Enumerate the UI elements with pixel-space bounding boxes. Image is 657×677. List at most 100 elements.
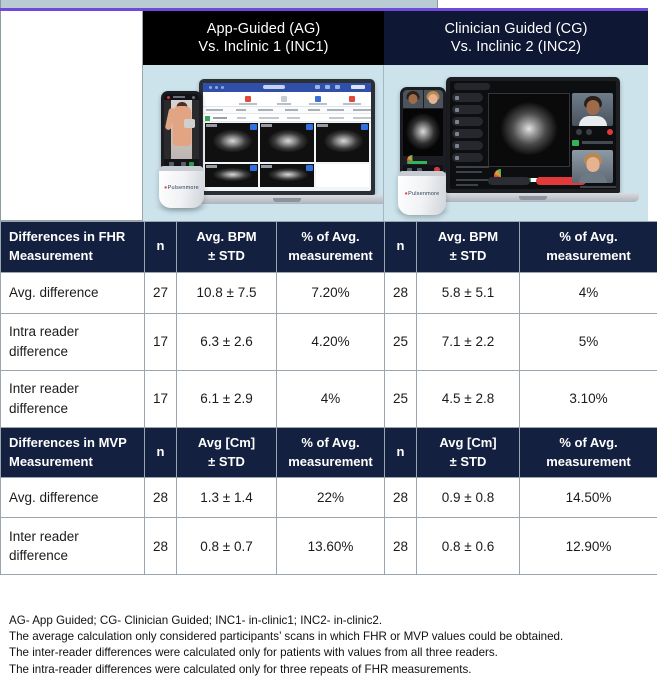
row-n1: 17: [144, 369, 177, 428]
live-ultrasound-viewport: [488, 93, 570, 167]
fhr-header-label: Differences in FHR Measurement: [0, 221, 145, 273]
row-avg2: 4.5 ± 2.8: [416, 369, 520, 428]
phone-device-left: [161, 91, 202, 172]
fhr-header-pct1-line2: measurement: [288, 247, 373, 263]
fhr-header-n1: n: [144, 221, 177, 273]
fhr-header-pct2-line1: % of Avg.: [559, 229, 618, 244]
table-row: Inter reader difference 28 0.8 ± 0.7 13.…: [0, 517, 657, 576]
fhr-header-avg1-line2: ± STD: [208, 247, 245, 263]
ultrasound-probe-dock-left: ●Pulsenmore: [159, 166, 204, 208]
mvp-header-avg2: Avg [Cm] ± STD: [416, 426, 520, 479]
mvp-header-pct2: % of Avg. measurement: [519, 426, 657, 479]
mvp-header-pct1: % of Avg. measurement: [276, 426, 385, 479]
ultrasound-thumbnail-grid: [205, 123, 369, 187]
fhr-header-label-line1: Differences in FHR: [9, 229, 126, 244]
phone-screen-left: [164, 94, 199, 169]
mvp-header-pct1-line2: measurement: [288, 453, 373, 469]
row-avg2: 0.9 ± 0.8: [416, 477, 520, 519]
row-n2: 28: [384, 477, 417, 519]
ultrasound-thumbnail: [315, 123, 369, 162]
row-n1: 17: [144, 312, 177, 371]
banner-app-guided: App-Guided (AG) Vs. Inclinic 1 (INC1): [143, 11, 384, 65]
measurements-table: Differences in FHR Measurement n Avg. BP…: [0, 221, 657, 576]
ultrasound-thumbnail: [260, 123, 314, 162]
ultrasound-thumbnail: [260, 163, 314, 187]
mvp-header-label: Differences in MVP Measurement: [0, 426, 145, 479]
row-pct2: 4%: [519, 271, 657, 314]
mvp-header-row: Differences in MVP Measurement n Avg [Cm…: [0, 426, 657, 479]
fhr-header-avg1-line1: Avg. BPM: [196, 229, 257, 244]
video-call-panel: [572, 93, 616, 188]
fhr-header-label-line2: Measurement: [9, 247, 93, 263]
ultrasound-thumbnail: [205, 163, 259, 187]
fhr-header-pct2-line2: measurement: [546, 247, 631, 263]
row-avg1: 0.8 ± 0.7: [176, 517, 277, 576]
right-white-margin: [648, 0, 657, 221]
laptop-screen-right: [450, 81, 616, 189]
mvp-header-pct2-line1: % of Avg.: [559, 434, 618, 450]
banner-cg-line2: Vs. Inclinic 2 (INC2): [450, 39, 582, 55]
row-n2: 25: [384, 312, 417, 371]
fhr-header-avg2-line2: ± STD: [449, 247, 487, 263]
row-label: Inter reader difference: [0, 369, 145, 428]
photo-empty-corner: [0, 65, 143, 221]
ultrasound-probe-dock-right: ●Pulsenmore: [398, 171, 446, 215]
banner-ag-line1: App-Guided (AG): [206, 21, 321, 37]
fhr-header-pct1-line1: % of Avg.: [301, 229, 360, 244]
banner-cg-line1: Clinician Guided (CG): [444, 21, 588, 37]
group-header-row: App-Guided (AG) Vs. Inclinic 1 (INC1) Cl…: [0, 11, 657, 65]
banner-ag-line2: Vs. Inclinic 1 (INC1): [198, 39, 329, 55]
mvp-header-avg1-line2: ± STD: [208, 453, 245, 469]
row-label: Inter reader difference: [0, 517, 145, 576]
row-pct1: 4.20%: [276, 312, 385, 371]
phone-screen-right: [403, 90, 443, 174]
mvp-header-label-line2: Measurement: [9, 453, 93, 469]
row-pct1: 7.20%: [276, 271, 385, 314]
fhr-header-pct1: % of Avg. measurement: [276, 221, 385, 273]
row-avg2: 0.8 ± 0.6: [416, 517, 520, 576]
patient-video-tile: [572, 150, 613, 183]
fhr-header-n2: n: [384, 221, 417, 273]
row-n1: 28: [144, 477, 177, 519]
top-accent-strip: [0, 0, 438, 8]
banner-empty-corner: [0, 11, 143, 65]
table-row: Avg. difference 28 1.3 ± 1.4 22% 28 0.9 …: [0, 477, 657, 519]
table-row: Avg. difference 27 10.8 ± 7.5 7.20% 28 5…: [0, 271, 657, 314]
footnote-line-4: The intra-reader differences were calcul…: [9, 662, 472, 676]
row-avg1: 6.1 ± 2.9: [176, 369, 277, 428]
fhr-header-pct2: % of Avg. measurement: [519, 221, 657, 273]
fhr-header-avg2-line1: Avg. BPM: [437, 229, 499, 244]
mvp-header-label-line1: Differences in MVP: [9, 434, 127, 450]
banner-clinician-guided: Clinician Guided (CG) Vs. Inclinic 2 (IN…: [384, 11, 657, 65]
row-avg1: 10.8 ± 7.5: [176, 271, 277, 314]
ultrasound-thumbnail: [205, 123, 259, 162]
telehealth-sidebar: [452, 93, 489, 186]
ultrasound-thumbnail-empty: [315, 163, 369, 187]
footnote-line-2: The average calculation only considered …: [9, 630, 564, 644]
row-avg1: 6.3 ± 2.6: [176, 312, 277, 371]
table-row: Inter reader difference 17 6.1 ± 2.9 4% …: [0, 369, 657, 428]
laptop-screen-left: [203, 83, 371, 191]
mvp-header-n1: n: [144, 426, 177, 479]
mvp-header-avg2-line2: ± STD: [449, 453, 487, 469]
footnote-line-3: The inter-reader differences were calcul…: [9, 646, 498, 660]
mvp-header-pct2-line2: measurement: [546, 453, 631, 469]
row-pct1: 4%: [276, 369, 385, 428]
row-pct2: 12.90%: [519, 517, 657, 576]
laptop-device-left: [179, 79, 383, 204]
row-n1: 28: [144, 517, 177, 576]
row-pct2: 3.10%: [519, 369, 657, 428]
footnote-block: AG- App Guided; CG- Clinician Guided; IN…: [0, 603, 657, 677]
quality-gauge-icon: [494, 169, 508, 177]
mvp-header-avg2-line1: Avg [Cm]: [439, 434, 497, 450]
row-label: Intra reader difference: [0, 312, 145, 371]
mvp-header-n2: n: [384, 426, 417, 479]
row-pct2: 5%: [519, 312, 657, 371]
footnote-line-1: AG- App Guided; CG- Clinician Guided; IN…: [9, 614, 383, 627]
brand-logo-left: ●Pulsenmore: [164, 184, 199, 191]
row-label: Avg. difference: [0, 271, 145, 314]
comparison-table-figure: App-Guided (AG) Vs. Inclinic 1 (INC1) Cl…: [0, 0, 657, 677]
laptop-device-right: [426, 77, 640, 202]
fhr-header-avg2: Avg. BPM ± STD: [416, 221, 520, 273]
row-n1: 27: [144, 271, 177, 314]
